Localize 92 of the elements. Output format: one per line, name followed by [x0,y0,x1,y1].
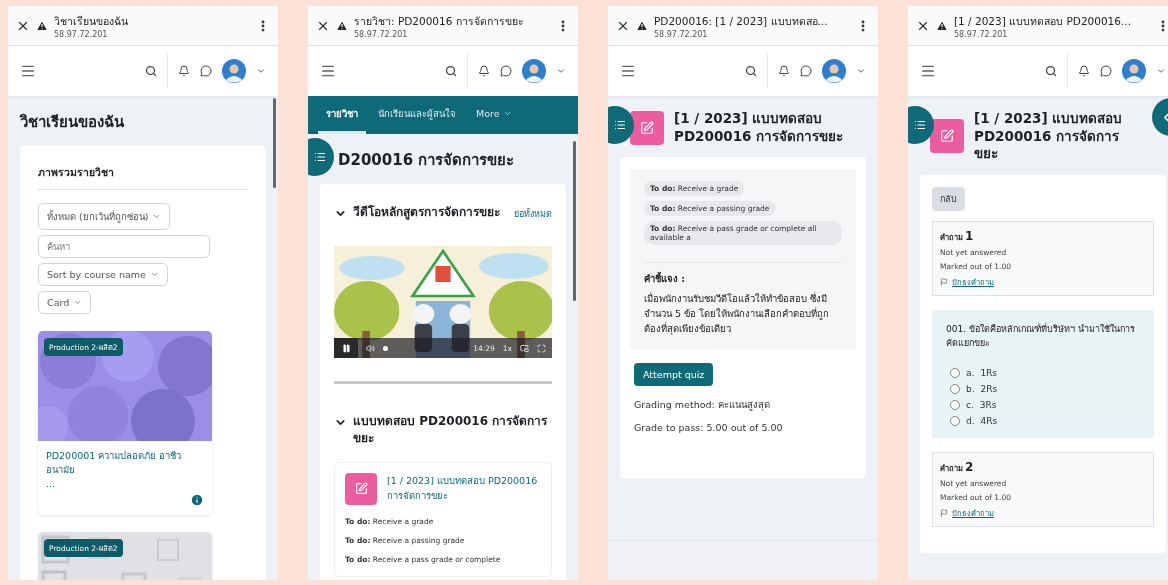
nav-tab[interactable]: More [468,96,520,134]
quiz-title: [1 / 2023] แบบทดสอบ PD200016 การจัดการขยะ [974,110,1124,163]
menu-icon[interactable] [20,63,36,79]
avatar[interactable] [522,59,546,83]
quiz-icon [345,472,377,505]
flag-icon[interactable] [940,277,948,286]
bell-icon[interactable] [478,65,490,77]
message-icon[interactable] [1100,65,1112,77]
quiz-detail: Grading method: คะแนนสูงสุด [634,397,771,413]
warning-icon [336,19,348,32]
instructions-text: เมื่อพนักงานรับชมวีดีโอแล้วให้ทำข้อสอบ ซึ่งมีจำนวน 5 ข้อ โดยให้พนักงานเลือกคำตอบที่ถูกต้องที่สุดเพียงข้อเดียว [644,291,831,337]
bell-icon[interactable] [178,65,190,77]
option-letter: c. [966,400,974,411]
page-url: 58.97.72.201 [54,29,109,39]
info-icon[interactable] [190,492,204,507]
page-title: PD200016: [1 / 2023] แบบทดสอ... [654,13,829,29]
scroll-bar[interactable] [273,98,276,188]
question-number: 2 [965,460,974,475]
avatar[interactable] [222,59,246,83]
menu-icon[interactable] [920,63,936,79]
message-icon[interactable] [800,65,812,77]
message-icon[interactable] [500,65,512,77]
question-text: 001. ข้อใดคือหลักเกณฑ์ที่บริษัทฯ นำมาใช้ในการคัดแยกขยะ [946,322,1136,351]
warning-icon [636,19,648,32]
page-url: 58.97.72.201 [654,29,709,39]
menu-icon[interactable] [320,63,336,79]
option-text: 1Rs [980,368,998,379]
option-letter: d. [966,416,975,427]
question-number: 1 [965,228,974,243]
quiz-icon [630,110,664,145]
page-heading: วิชาเรียนของฉัน [20,112,125,133]
flag-icon[interactable] [940,509,948,518]
filter-dropdown[interactable]: Sort by course name [38,263,168,286]
option-letter: a. [966,368,975,379]
list-icon [314,151,326,163]
message-icon[interactable] [200,65,212,77]
option-letter: b. [966,384,975,395]
pause-icon [341,343,351,353]
page-title: รายวิชา: PD200016 การจัดการขยะ [354,13,525,29]
list-icon [614,119,626,131]
option-text: 3Rs [979,400,997,411]
chevron-down-icon [73,298,83,307]
search-icon[interactable] [445,65,457,77]
option-text: 4Rs [980,416,998,427]
search-field[interactable]: ค้นหา [38,235,210,258]
search-icon[interactable] [145,65,157,77]
quiz-icon [930,119,964,154]
quiz-link[interactable]: [1 / 2023] แบบทดสอบ PD200016 การจัดการขยะ [387,472,541,503]
avatar[interactable] [822,59,846,83]
search-icon[interactable] [745,65,757,77]
page-title: [1 / 2023] แบบทดสอบ PD200016... [954,13,1132,29]
menu-icon[interactable] [620,63,636,79]
course-heading: D200016 การจัดการขยะ [338,150,516,171]
nav-tab[interactable]: นักเรียนและผู้สนใจ [370,96,464,134]
pause-button[interactable] [334,338,358,358]
section-title: วีดีโอหลักสูตรการจัดการขยะ [353,204,501,221]
volume-icon[interactable] [366,343,375,353]
bell-icon[interactable] [1078,65,1090,77]
page-url: 58.97.72.201 [354,29,409,39]
ellipsis-text: ... [45,477,57,489]
attempt-quiz-button[interactable]: Attempt quiz [634,362,714,386]
radio-button[interactable] [950,416,960,427]
chevron-down-icon [149,270,159,279]
chevron-down-icon [152,212,162,221]
nav-tab[interactable]: รายวิชา [318,96,366,134]
quiz-detail: Grade to pass: 5.00 out of 5.00 [634,420,784,435]
radio-button[interactable] [950,400,960,411]
back-button[interactable]: กลับ [932,186,965,211]
radio-button[interactable] [950,368,960,379]
progress-dot[interactable] [383,345,388,351]
page-title: วิชาเรียนของฉัน [54,13,129,29]
filter-dropdown[interactable]: Card [38,291,92,314]
course-link[interactable]: PD200001 ความปลอดภัย อาชีวอนามัย [38,441,212,478]
warning-icon [936,19,948,32]
scroll-bar[interactable] [573,141,576,301]
search-icon[interactable] [1045,65,1057,77]
chevron-down-icon [502,109,512,118]
avatar[interactable] [1122,59,1146,83]
section-title: แบบทดสอบ PD200016 การจัดการขยะ [353,413,549,447]
option-text: 2Rs [980,384,998,395]
bell-icon[interactable] [778,65,790,77]
card-title: ภาพรวมรายวิชา [38,160,248,190]
instructions-title: คำชี้แจง : [644,262,842,287]
warning-icon [36,19,48,32]
collapse-all-link[interactable]: ย่อทั้งหมด [514,204,552,221]
filter-dropdown[interactable]: ทั้งหมด (ยกเว้นที่ถูกซ่อน) [38,203,171,230]
fullscreen-icon[interactable] [537,343,546,353]
list-icon [914,119,926,131]
quiz-title: [1 / 2023] แบบทดสอบ PD200016 การจัดการขยะ [674,110,845,146]
picture-in-picture-icon[interactable] [520,343,529,353]
page-url: 58.97.72.201 [954,29,1009,39]
radio-button[interactable] [950,384,960,395]
